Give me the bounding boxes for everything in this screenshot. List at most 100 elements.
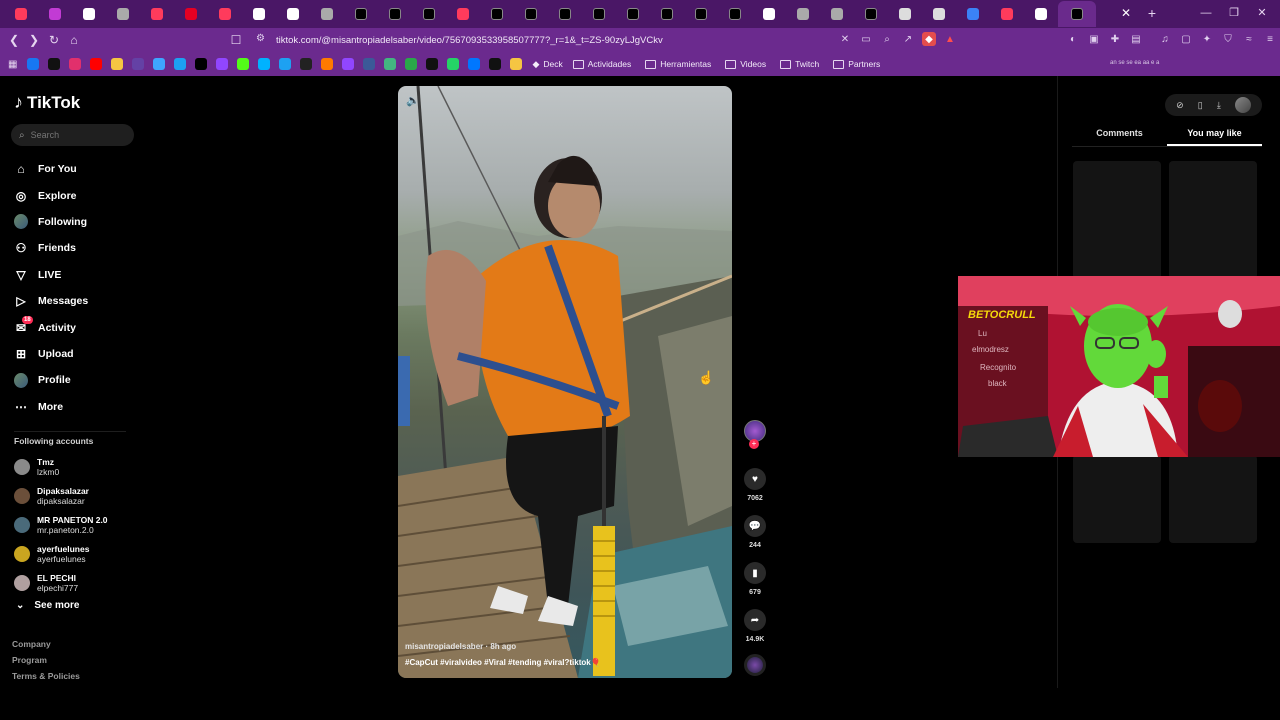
nav-item-for-you[interactable]: ⌂ For You (14, 156, 88, 182)
nav-item-more[interactable]: ⋯ More (14, 394, 88, 420)
browser-tab[interactable] (140, 1, 174, 27)
wallet-icon[interactable]: ▢ (1179, 32, 1193, 46)
browser-tab[interactable] (38, 1, 72, 27)
bookmark-folder[interactable]: Twitch (780, 59, 819, 69)
screen-icon[interactable]: ▭ (859, 32, 873, 46)
share-icon[interactable]: ↗ (901, 32, 915, 46)
browser-tab[interactable] (378, 1, 412, 27)
bookmark-page-icon[interactable]: ☐ (226, 30, 246, 50)
tiktok-logo[interactable]: ♪ TikTok (14, 92, 80, 113)
bookmark-site-icon[interactable] (69, 58, 82, 70)
music-disc-button[interactable] (742, 654, 768, 676)
bookmark-site-icon[interactable] (111, 58, 124, 70)
bookmark-deck[interactable]: ◆ Deck (532, 59, 562, 70)
nav-item-live[interactable]: ▽ LIVE (14, 262, 88, 288)
music-icon[interactable]: ♫ (1158, 32, 1172, 46)
browser-tab[interactable] (1024, 1, 1058, 27)
brand-extension-icon[interactable]: ≈ (1242, 32, 1256, 46)
minimize-icon[interactable]: — (1196, 4, 1216, 22)
browser-tab[interactable] (106, 1, 140, 27)
bookmark-site-icon[interactable] (48, 58, 61, 70)
mute-icon[interactable]: ✕ (838, 32, 852, 46)
bookmark-site-icon[interactable] (132, 58, 145, 70)
bookmark-folder[interactable]: Actividades (572, 59, 631, 69)
suggested-video-thumb[interactable] (1073, 161, 1161, 279)
browser-tab[interactable] (616, 1, 650, 27)
zoom-icon[interactable]: ⌕ (880, 32, 894, 46)
browser-tab[interactable] (1058, 1, 1096, 27)
browser-tab[interactable] (922, 1, 956, 27)
browser-tab[interactable] (718, 1, 752, 27)
video-player[interactable]: 🔈 misantropiadelsaber · 8h ago #CapCut #… (398, 86, 732, 678)
see-more-button[interactable]: ⌄ See more (16, 600, 79, 611)
user-avatar[interactable] (1234, 97, 1251, 113)
close-window-icon[interactable]: ✕ (1252, 4, 1272, 22)
bookmark-site-icon[interactable] (216, 58, 229, 70)
follow-plus-icon[interactable]: + (749, 439, 759, 449)
new-tab-button[interactable]: + (1144, 5, 1160, 21)
extension-1-icon[interactable]: ◐ (1066, 32, 1080, 46)
search-bar[interactable]: ⌕ (11, 124, 134, 146)
nav-item-explore[interactable]: ◎ Explore (14, 182, 88, 208)
browser-tab[interactable] (888, 1, 922, 27)
video-hashtags[interactable]: #CapCut #viralvideo #Viral #tending #vir… (405, 658, 601, 667)
browser-tab[interactable] (242, 1, 276, 27)
nav-item-upload[interactable]: ⊞ Upload (14, 341, 88, 367)
bookmark-folder[interactable]: Videos (725, 59, 766, 69)
footer-link[interactable]: Program (12, 654, 80, 666)
nav-item-messages[interactable]: ▷ Messages (14, 288, 88, 314)
extension-2-icon[interactable]: ▣ (1087, 32, 1101, 46)
apps-grid-icon[interactable]: ▦ (8, 59, 17, 70)
bookmark-site-icon[interactable] (153, 58, 166, 70)
coin-icon[interactable]: ⊘ (1176, 100, 1184, 111)
browser-tab[interactable] (854, 1, 888, 27)
bookmark-site-icon[interactable] (468, 58, 481, 70)
nav-item-profile[interactable]: Profile (14, 367, 88, 393)
browser-tab[interactable] (412, 1, 446, 27)
extensions-puzzle-icon[interactable]: ✚ (1108, 32, 1122, 46)
nav-item-following[interactable]: Following (14, 209, 88, 235)
following-account[interactable]: MR PANETON 2.0 mr.paneton.2.0 (14, 510, 108, 539)
footer-link[interactable]: Company (12, 638, 80, 650)
back-icon[interactable]: ❮ (4, 30, 24, 50)
save-button[interactable]: ▮ 679 (742, 562, 768, 596)
bookmark-site-icon[interactable] (195, 58, 208, 70)
bookmark-site-icon[interactable] (447, 58, 460, 70)
bookmark-site-icon[interactable] (384, 58, 397, 70)
browser-tab[interactable] (820, 1, 854, 27)
nav-item-activity[interactable]: ✉ 18 Activity (14, 314, 88, 340)
browser-tab[interactable] (72, 1, 106, 27)
search-input[interactable] (30, 130, 121, 140)
vpn-shield-icon[interactable]: ⛉ (1221, 32, 1235, 46)
bookmark-site-icon[interactable] (237, 58, 250, 70)
sparkle-icon[interactable]: ✦ (1200, 32, 1214, 46)
browser-tab[interactable] (990, 1, 1024, 27)
browser-tab[interactable] (310, 1, 344, 27)
tab-you-may-like[interactable]: You may like (1167, 124, 1262, 146)
browser-tab[interactable] (480, 1, 514, 27)
browser-tab[interactable] (684, 1, 718, 27)
browser-tab[interactable] (4, 1, 38, 27)
download-icon[interactable]: ⤓ (1217, 100, 1221, 111)
warning-extension-icon[interactable]: ▲ (943, 32, 957, 46)
following-account[interactable]: ayerfuelunes ayerfuelunes (14, 539, 108, 568)
close-tab-icon[interactable]: ✕ (1118, 5, 1134, 21)
browser-tab[interactable] (650, 1, 684, 27)
volume-icon[interactable]: 🔈 (406, 94, 420, 107)
suggested-video-thumb[interactable] (1073, 455, 1161, 543)
like-button[interactable]: ♥ 7062 (742, 468, 768, 502)
browser-tab[interactable] (548, 1, 582, 27)
browser-tab[interactable] (344, 1, 378, 27)
browser-tab[interactable] (446, 1, 480, 27)
browser-tab[interactable] (208, 1, 242, 27)
device-icon[interactable]: ▯ (1198, 100, 1203, 111)
browser-tab[interactable] (752, 1, 786, 27)
browser-tab[interactable] (786, 1, 820, 27)
sidebar-icon[interactable]: ▤ (1129, 32, 1143, 46)
author-name[interactable]: misantropiadelsaber (405, 642, 483, 651)
reload-icon[interactable]: ↻ (44, 30, 64, 50)
home-icon[interactable]: ⌂ (64, 30, 84, 50)
bookmark-folder[interactable]: Herramientas (645, 59, 711, 69)
bookmark-site-icon[interactable] (174, 58, 187, 70)
browser-tab[interactable] (514, 1, 548, 27)
